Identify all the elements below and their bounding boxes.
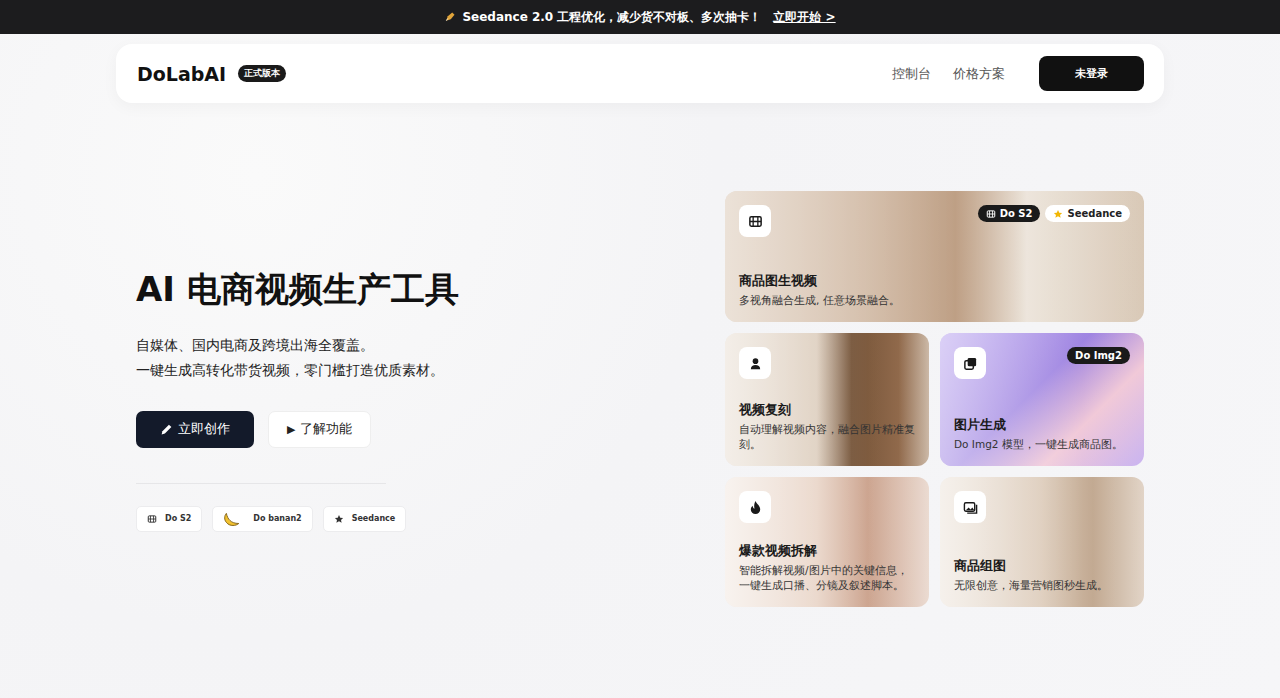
feature-card[interactable]: 视频复刻 自动理解视频内容，融合图片精准复刻。 (725, 333, 929, 466)
card-icon-box (954, 491, 986, 523)
model-tag: Seedance (323, 506, 407, 532)
card-icon-box (739, 491, 771, 523)
secondary-button[interactable]: ▶ 了解功能 (268, 411, 371, 448)
banana-icon (223, 510, 241, 528)
star-icon (1053, 209, 1063, 219)
card-desc: 自动理解视频内容，融合图片精准复刻。 (739, 422, 915, 452)
brand[interactable]: DoLabAI 正式版本 (137, 63, 286, 85)
card-text: 商品组图 无限创意，海量营销图秒生成。 (954, 557, 1130, 593)
card-title: 爆款视频拆解 (739, 542, 915, 560)
banner-text: Seedance 2.0 工程优化，减少货不对板、多次抽卡！ (462, 9, 761, 26)
banner-link[interactable]: 立即开始 > (773, 9, 835, 26)
person-icon (748, 356, 763, 371)
hero-text: AI 电商视频生产工具 自媒体、国内电商及跨境出海全覆盖。一键生成高转化带货视频… (136, 267, 556, 532)
card-title: 商品图生视频 (739, 272, 1130, 290)
nav-links: 控制台 价格方案 未登录 (892, 56, 1144, 91)
film-icon (147, 514, 157, 524)
model-tag: Do banan2 (212, 506, 312, 532)
card-badges: Do S2 Seedance (978, 205, 1130, 222)
hero-title: AI 电商视频生产工具 (136, 267, 556, 313)
card-badges: Do Img2 (1067, 347, 1130, 364)
card-text: 视频复刻 自动理解视频内容，融合图片精准复刻。 (739, 401, 915, 452)
card-title: 视频复刻 (739, 401, 915, 419)
nav-link[interactable]: 价格方案 (953, 65, 1005, 83)
film-icon (748, 214, 763, 229)
primary-button[interactable]: 立即创作 (136, 411, 254, 448)
card-title: 商品组图 (954, 557, 1130, 575)
card-text: 爆款视频拆解 智能拆解视频/图片中的关键信息，一键生成口播、分镜及叙述脚本。 (739, 542, 915, 593)
divider (136, 483, 386, 484)
version-badge: 正式版本 (238, 65, 286, 82)
hero-subtitle: 自媒体、国内电商及跨境出海全覆盖。一键生成高转化带货视频，零门槛打造优质素材。 (136, 333, 556, 383)
copy-icon (963, 356, 978, 371)
card-icon-box (954, 347, 986, 379)
film-icon (986, 209, 996, 219)
card-icon-box (739, 205, 771, 237)
feature-card[interactable]: Do S2 Seedance 商品图生视频 多视角融合生成, 任意场景融合。 (725, 191, 1144, 322)
card-icon-box (739, 347, 771, 379)
model-badge: Seedance (1045, 205, 1130, 222)
card-desc: 智能拆解视频/图片中的关键信息，一键生成口播、分镜及叙述脚本。 (739, 563, 915, 593)
hero-buttons: 立即创作 ▶ 了解功能 (136, 411, 556, 448)
subtitle-line: 一键生成高转化带货视频，零门槛打造优质素材。 (136, 358, 556, 383)
pen-icon (444, 11, 456, 23)
pencil-icon (160, 423, 173, 436)
hero: AI 电商视频生产工具 自媒体、国内电商及跨境出海全覆盖。一键生成高转化带货视频… (116, 103, 1164, 607)
announcement-banner: Seedance 2.0 工程优化，减少货不对板、多次抽卡！ 立即开始 > (0, 0, 1280, 34)
nav-link[interactable]: 控制台 (892, 65, 931, 83)
model-badge: Do S2 (978, 205, 1041, 222)
subtitle-line: 自媒体、国内电商及跨境出海全覆盖。 (136, 333, 556, 358)
card-desc: 多视角融合生成, 任意场景融合。 (739, 293, 1130, 308)
model-tag: Do S2 (136, 506, 202, 532)
fire-icon (748, 500, 763, 515)
model-badge: Do Img2 (1067, 347, 1130, 364)
login-button[interactable]: 未登录 (1039, 56, 1144, 91)
star-icon (334, 514, 344, 524)
card-desc: Do Img2 模型，一键生成商品图。 (954, 437, 1130, 452)
card-text: 商品图生视频 多视角融合生成, 任意场景融合。 (739, 272, 1130, 308)
page: Seedance 2.0 工程优化，减少货不对板、多次抽卡！ 立即开始 > Do… (0, 0, 1280, 698)
navbar: DoLabAI 正式版本 控制台 价格方案 未登录 (116, 44, 1164, 103)
model-tags: Do S2 Do banan2 Seedance (136, 506, 556, 532)
card-text: 图片生成 Do Img2 模型，一键生成商品图。 (954, 416, 1130, 452)
logo: DoLabAI (137, 63, 226, 85)
card-title: 图片生成 (954, 416, 1130, 434)
card-desc: 无限创意，海量营销图秒生成。 (954, 578, 1130, 593)
feature-card[interactable]: 爆款视频拆解 智能拆解视频/图片中的关键信息，一键生成口播、分镜及叙述脚本。 (725, 477, 929, 607)
feature-grid: Do S2 Seedance 商品图生视频 多视角融合生成, 任意场景融合。 视… (725, 191, 1144, 607)
feature-card[interactable]: Do Img2 图片生成 Do Img2 模型，一键生成商品图。 (940, 333, 1144, 466)
play-icon: ▶ (287, 423, 295, 436)
images-icon (963, 500, 978, 515)
feature-card[interactable]: 商品组图 无限创意，海量营销图秒生成。 (940, 477, 1144, 607)
